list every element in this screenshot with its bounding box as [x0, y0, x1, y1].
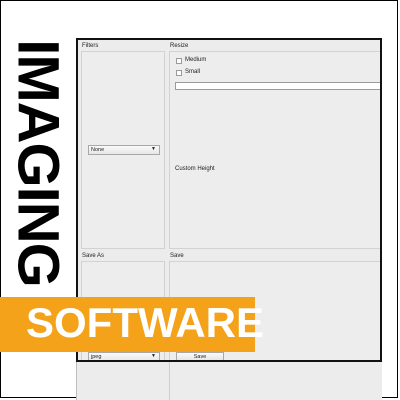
- filters-select[interactable]: None ▼: [88, 145, 160, 155]
- save-as-select[interactable]: jpeg ▼: [88, 352, 160, 360]
- save-as-select-value: jpeg: [91, 354, 102, 360]
- vertical-title: IMAGING: [8, 32, 68, 294]
- filters-title: Filters: [82, 43, 99, 49]
- resize-title: Resize: [170, 43, 189, 49]
- custom-width-input[interactable]: [175, 82, 380, 90]
- small-checkbox[interactable]: [176, 70, 182, 76]
- small-label: Small: [185, 69, 201, 75]
- custom-height-label: Custom Height: [175, 166, 215, 172]
- vertical-title-text: IMAGING: [8, 39, 68, 287]
- save-title: Save: [170, 253, 184, 259]
- resize-group: [169, 51, 380, 249]
- software-banner: SOFTWARE: [0, 297, 264, 352]
- chevron-down-icon: ▼: [151, 353, 156, 359]
- save-button[interactable]: Save: [176, 352, 224, 360]
- column-divider: [169, 362, 170, 400]
- medium-label: Medium: [185, 57, 207, 63]
- app-window-lower-area: [76, 362, 382, 400]
- save-as-title: Save As: [82, 253, 105, 259]
- chevron-down-icon: ▼: [151, 146, 156, 152]
- banner-text: SOFTWARE: [26, 299, 264, 346]
- medium-checkbox[interactable]: [176, 58, 182, 64]
- filters-select-value: None: [91, 147, 105, 153]
